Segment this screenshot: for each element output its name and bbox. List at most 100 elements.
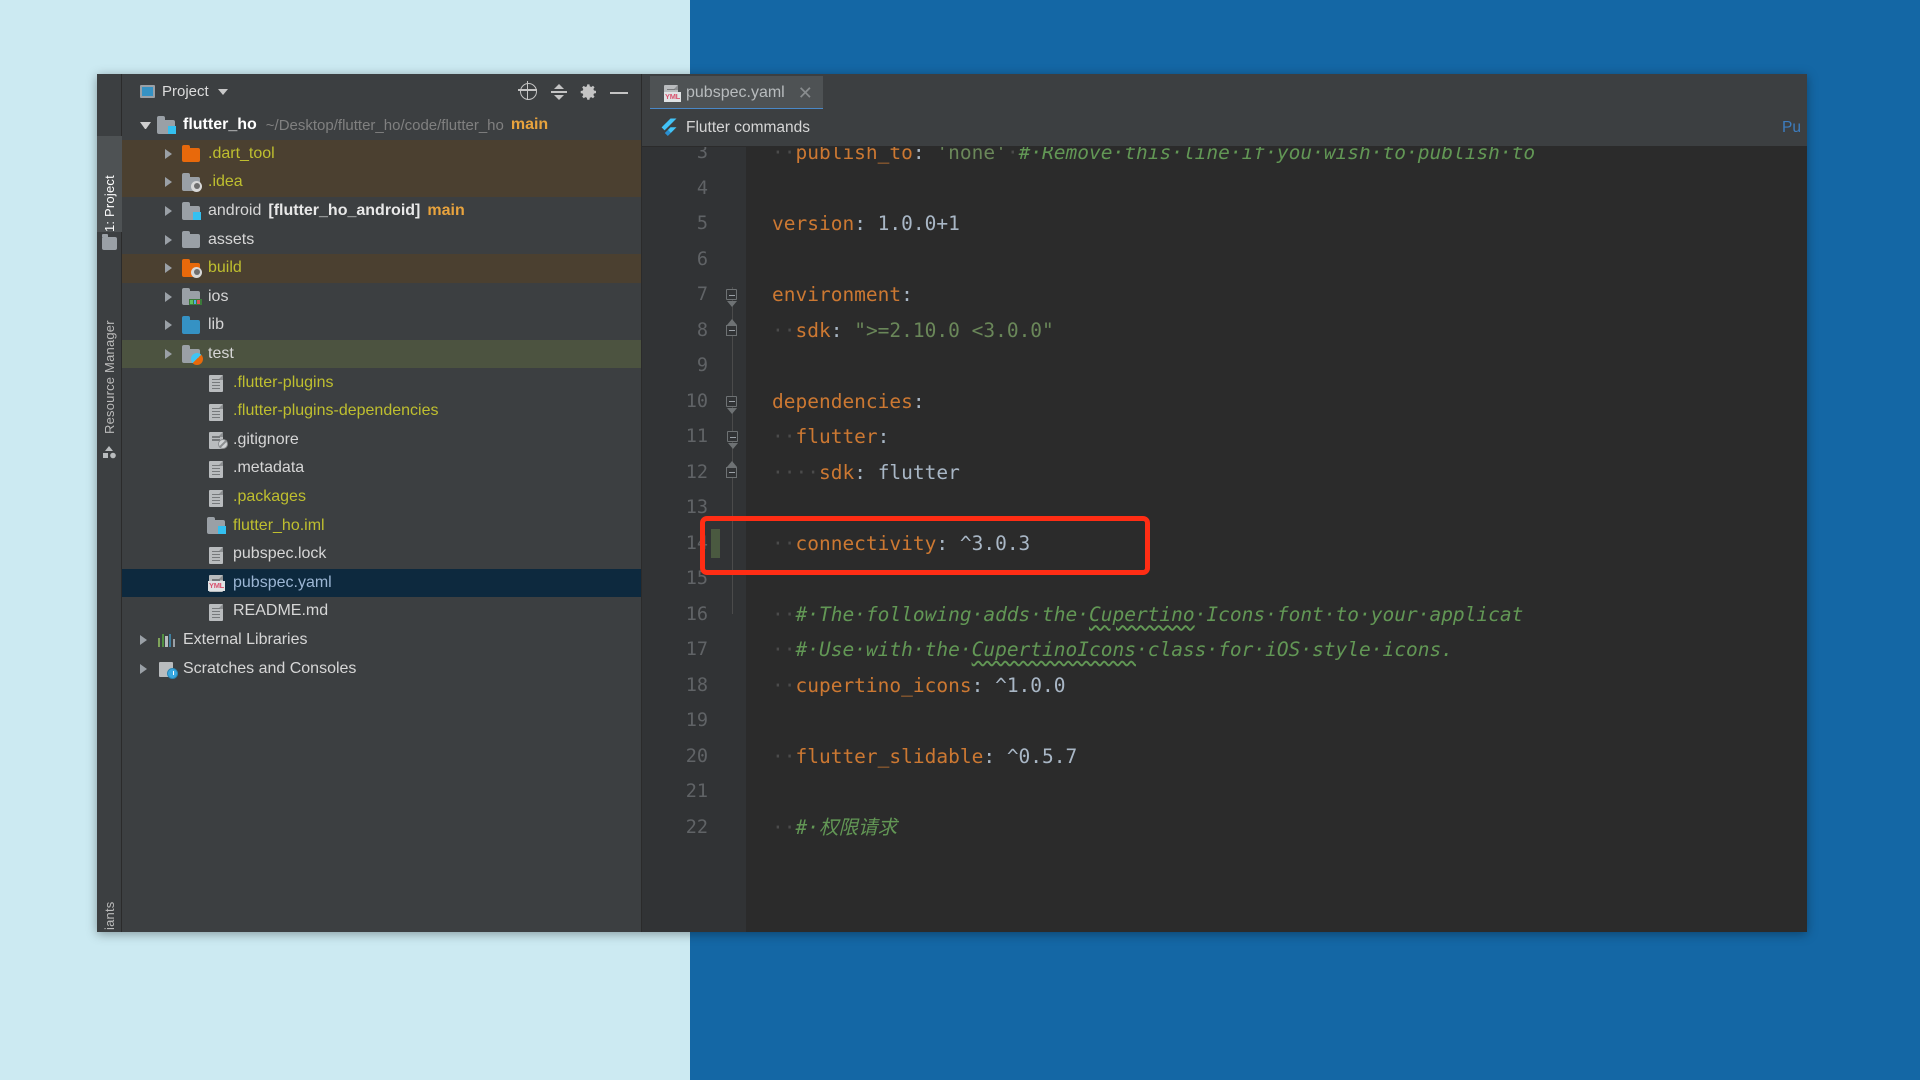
- line-number: 14: [685, 532, 708, 554]
- tree-item-label: README.md: [233, 602, 329, 620]
- tool-tab-project[interactable]: 1: Project: [97, 136, 122, 232]
- folder-grey-icon: [181, 230, 201, 249]
- line-number: 15: [685, 568, 708, 589]
- tree-row-assets[interactable]: assets: [122, 225, 641, 254]
- code-folding-gutter[interactable]: [720, 147, 746, 932]
- project-tree[interactable]: flutter_ho ~/Desktop/flutter_ho/code/flut…: [122, 109, 641, 932]
- tree-item-label: android: [208, 202, 262, 220]
- flutter-commands-label[interactable]: Flutter commands: [686, 119, 810, 137]
- tree-row--flutter-plugins-dependencies[interactable]: .flutter-plugins-dependencies: [122, 397, 641, 426]
- file-yaml-icon: YML: [206, 574, 226, 593]
- tree-item-label: Scratches and Consoles: [183, 659, 357, 677]
- code-line: environment:: [772, 283, 913, 306]
- line-number: 21: [685, 781, 708, 802]
- tree-item-label: pubspec.yaml: [233, 573, 332, 591]
- tree-row-ios[interactable]: ios: [122, 283, 641, 312]
- file-icon: [206, 546, 226, 564]
- fold-collapse-icon[interactable]: [727, 431, 738, 449]
- project-view-icon: [140, 85, 155, 98]
- tree-row-pubspec-yaml[interactable]: YML pubspec.yaml: [122, 568, 641, 598]
- tree-row--flutter-plugins[interactable]: .flutter-plugins: [122, 368, 641, 397]
- code-line: ··#·The·following·adds·the·Cupertino·Ico…: [772, 602, 1524, 626]
- gear-icon[interactable]: [579, 82, 599, 102]
- tree-row-lib[interactable]: lib: [122, 311, 641, 340]
- tree-row-pubspec-lock[interactable]: pubspec.lock: [122, 540, 641, 569]
- chevron-right-icon[interactable]: [140, 634, 147, 645]
- file-icon: [206, 603, 226, 621]
- tree-row--packages[interactable]: .packages: [122, 483, 641, 512]
- tree-row--idea[interactable]: .idea: [122, 168, 641, 197]
- flutter-command-bar: Flutter commands Pu: [642, 109, 1807, 147]
- tree-item-label: pubspec.lock: [233, 545, 327, 563]
- line-number: 5: [696, 213, 708, 234]
- tree-item-label: ios: [208, 287, 229, 305]
- code-line: ··flutter:: [772, 425, 890, 448]
- tree-row-flutter-ho[interactable]: flutter_ho ~/Desktop/flutter_ho/code/flut…: [122, 111, 641, 140]
- folder-module-icon: [156, 116, 176, 134]
- pub-get-link[interactable]: Pu: [1782, 119, 1801, 137]
- tree-row-readme-md[interactable]: README.md: [122, 597, 641, 626]
- tree-row-android[interactable]: android [flutter_ho_android] main: [122, 197, 641, 226]
- chevron-right-icon[interactable]: [165, 148, 172, 159]
- close-icon[interactable]: ✕: [798, 84, 813, 102]
- fold-collapse-icon[interactable]: [726, 395, 737, 414]
- chevron-right-icon[interactable]: [165, 234, 172, 245]
- fold-end-icon[interactable]: [726, 318, 737, 336]
- chevron-right-icon[interactable]: [165, 177, 172, 188]
- project-tool-window: Project flutter_ho ~/Desktop/flutter_ho/c…: [122, 74, 642, 932]
- tree-item-label: assets: [208, 230, 255, 248]
- minimize-icon[interactable]: [609, 82, 629, 102]
- tree-row-build[interactable]: build: [122, 253, 641, 283]
- chevron-right-icon[interactable]: [165, 349, 172, 360]
- chevron-right-icon[interactable]: [165, 263, 172, 274]
- code-line: ··#·Use·with·the·CupertinoIcons·class·fo…: [772, 638, 1453, 661]
- line-number: 22: [685, 816, 708, 838]
- folder-orange-idea-icon: [181, 259, 202, 278]
- folder-idea-icon: [181, 173, 202, 192]
- line-number-gutter[interactable]: 3 4 5 6 7 8 9 10 11 12 13 14 15 16 17 18 19 20 21 22: [642, 147, 720, 932]
- code-editor[interactable]: 3 4 5 6 7 8 9 10 11 12 13 14 15 16 17 18 19 20 21 22 ··publ…: [642, 147, 1807, 932]
- tree-item-label: .dart_tool: [208, 144, 275, 162]
- fold-end-icon[interactable]: [726, 460, 737, 478]
- chevron-down-icon[interactable]: [217, 88, 228, 95]
- select-opened-file-icon[interactable]: [519, 82, 539, 102]
- chevron-right-icon[interactable]: [165, 206, 172, 217]
- collapse-all-icon[interactable]: [549, 82, 569, 102]
- line-number: 16: [685, 603, 708, 625]
- tree-row--metadata[interactable]: .metadata: [122, 454, 641, 483]
- code-line: ··cupertino_icons: ^1.0.0: [772, 673, 1066, 697]
- chevron-right-icon[interactable]: [165, 320, 172, 331]
- tool-tab-resource-manager[interactable]: Resource Manager: [97, 274, 122, 434]
- fold-collapse-icon[interactable]: [726, 289, 737, 307]
- editor-tab-bar: YML pubspec.yaml ✕: [642, 74, 1807, 111]
- editor-tab-pubspec-yaml[interactable]: YML pubspec.yaml ✕: [650, 76, 823, 111]
- tree-item-label: build: [208, 259, 242, 277]
- code-line: ··flutter_slidable: ^0.5.7: [772, 744, 1078, 768]
- tree-item-label: flutter_ho.iml: [233, 516, 325, 534]
- tree-row-flutter-ho-iml[interactable]: flutter_ho.iml: [122, 511, 641, 540]
- chevron-down-icon[interactable]: [140, 121, 151, 129]
- tree-row-scratches-and-consoles[interactable]: Scratches and Consoles: [122, 654, 641, 683]
- project-panel-title: Project: [162, 83, 209, 100]
- chevron-right-icon[interactable]: [140, 663, 147, 674]
- tree-item-label: .metadata: [233, 459, 305, 477]
- tree-row-test[interactable]: test: [122, 339, 641, 369]
- vcs-change-marker[interactable]: [711, 528, 720, 558]
- chevron-right-icon[interactable]: [165, 291, 172, 302]
- tree-item-branch: main: [427, 202, 465, 220]
- tree-row-external-libraries[interactable]: External Libraries: [122, 626, 641, 655]
- tree-row--gitignore[interactable]: .gitignore: [122, 426, 641, 455]
- code-content[interactable]: ··publish_to: 'none'·#·Remove·this·line·…: [746, 147, 1807, 932]
- tree-item-module: [flutter_ho_android]: [268, 202, 421, 220]
- tool-tab-build-variants[interactable]: iants: [97, 864, 122, 930]
- line-number: 3: [696, 147, 708, 163]
- line-number: 13: [685, 497, 708, 518]
- line-number: 8: [696, 319, 708, 341]
- editor-tab-label: pubspec.yaml: [686, 83, 785, 101]
- tree-item-label: External Libraries: [183, 630, 308, 648]
- screenshot-root: 1: Project Resource Manager iants Projec…: [0, 0, 1920, 1080]
- tree-item-label: .idea: [208, 173, 243, 191]
- tree-row--dart-tool[interactable]: .dart_tool: [122, 139, 641, 169]
- line-number: 4: [696, 177, 708, 199]
- code-line: ··sdk: ">=2.10.0 <3.0.0": [772, 318, 1054, 342]
